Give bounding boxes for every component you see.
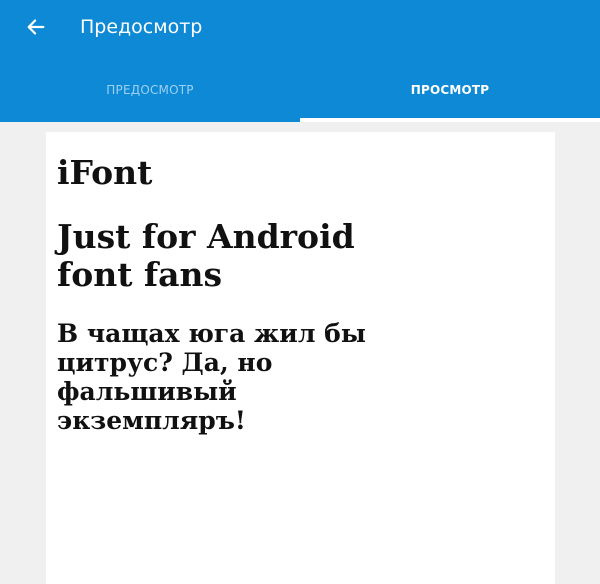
app-bar: Предосмотр ПРЕДОСМОТР ПРОСМОТР — [0, 0, 600, 122]
preview-line-brand: iFont — [57, 153, 153, 192]
active-tab-indicator — [300, 118, 600, 122]
font-preview-card: iFont Just for Android font fans В чащах… — [46, 132, 555, 584]
back-arrow-icon — [27, 19, 45, 35]
font-preview-screen: Предосмотр ПРЕДОСМОТР ПРОСМОТР iFont Jus… — [0, 0, 600, 584]
tab-view[interactable]: ПРОСМОТР — [300, 60, 600, 120]
tab-preview[interactable]: ПРЕДОСМОТР — [0, 60, 300, 120]
preview-line-english: Just for Android font fans — [57, 217, 355, 294]
back-button[interactable] — [18, 10, 54, 44]
preview-line-cyrillic: В чащах юга жил бы цитрус? Да, но фальши… — [57, 319, 366, 435]
page-title: Предосмотр — [80, 16, 203, 38]
tab-bar: ПРЕДОСМОТР ПРОСМОТР — [0, 60, 600, 122]
